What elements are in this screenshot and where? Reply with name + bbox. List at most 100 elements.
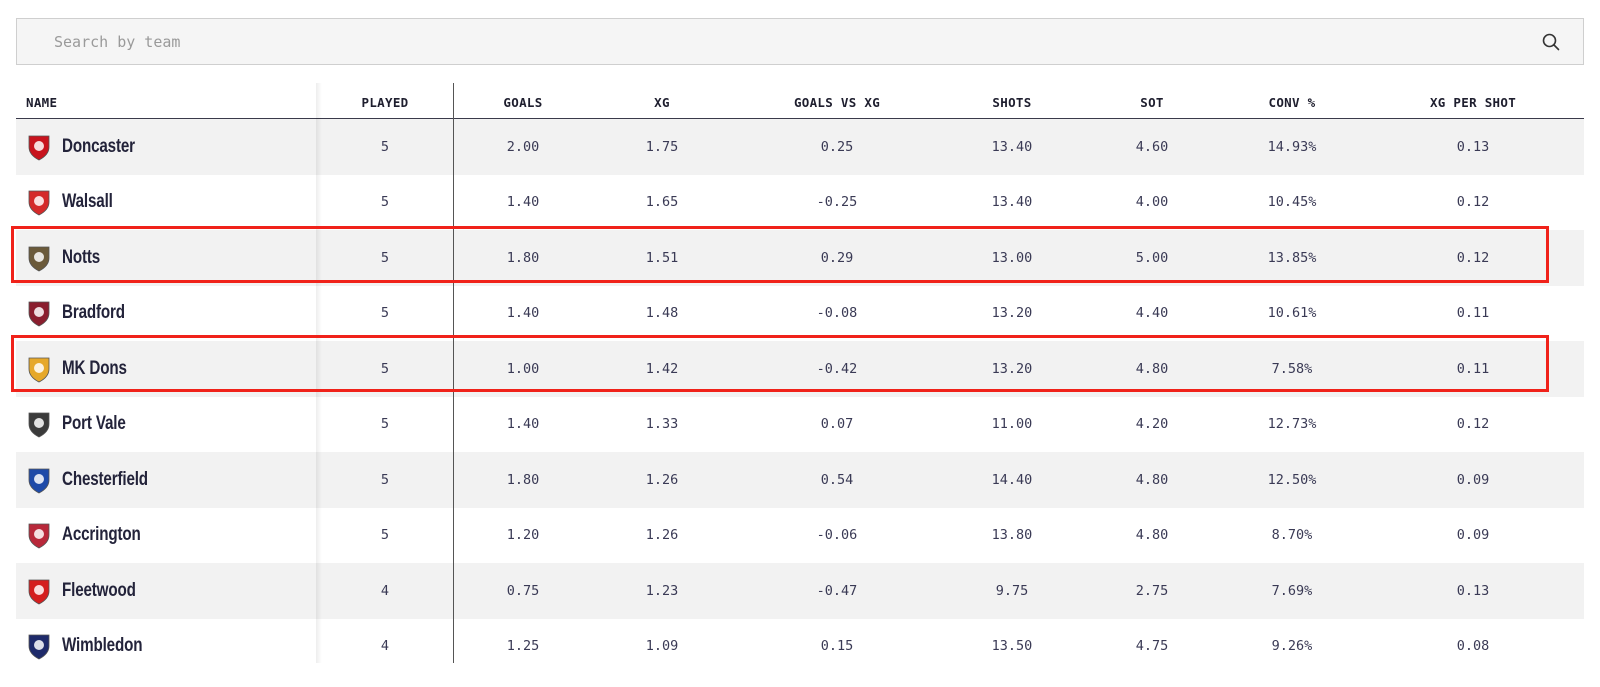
- team-name-cell[interactable]: Bradford: [16, 286, 316, 342]
- xg-cell: 1.26: [645, 471, 679, 488]
- xg-cell: 1.51: [645, 249, 679, 266]
- column-header-sot[interactable]: SOT: [1082, 83, 1222, 118]
- table-row[interactable]: Fleetwood 4 0.75 1.23 -0.47 9.75 2.75 7.69% 0.13: [16, 563, 1584, 619]
- goals-vs-xg-cell: -0.47: [816, 582, 858, 599]
- played-cell: 5: [380, 416, 390, 433]
- bradford-crest-icon: [26, 298, 52, 328]
- xg-per-shot-cell: 0.12: [1456, 194, 1490, 211]
- column-header-xg[interactable]: XG: [592, 83, 732, 118]
- shots-cell: 13.40: [991, 138, 1033, 155]
- conv-cell: 8.70%: [1271, 527, 1313, 544]
- team-name[interactable]: Bradford: [62, 302, 125, 324]
- fleetwood-crest-icon: [26, 576, 52, 606]
- xg-per-shot-cell: 0.12: [1456, 249, 1490, 266]
- table-row[interactable]: MK Dons 5 1.00 1.42 -0.42 13.20 4.80 7.58% 0.11: [16, 341, 1584, 397]
- shots-cell: 13.20: [991, 360, 1033, 377]
- shots-cell: 13.50: [991, 638, 1033, 655]
- goals-vs-xg-cell: -0.06: [816, 527, 858, 544]
- team-name[interactable]: Walsall: [62, 191, 113, 213]
- sot-cell: 4.40: [1135, 305, 1169, 322]
- xg-cell: 1.65: [645, 194, 679, 211]
- column-header-goals-vs-xg[interactable]: GOALS VS XG: [732, 83, 942, 118]
- team-name-cell[interactable]: Chesterfield: [16, 452, 316, 508]
- column-divider: [453, 83, 454, 663]
- column-header-goals[interactable]: GOALS: [454, 83, 592, 118]
- team-name-cell[interactable]: Walsall: [16, 175, 316, 231]
- goals-vs-xg-cell: -0.08: [816, 305, 858, 322]
- team-name[interactable]: Accrington: [62, 524, 141, 546]
- goals-cell: 1.40: [506, 194, 540, 211]
- goals-vs-xg-cell: -0.42: [816, 360, 858, 377]
- conv-cell: 12.50%: [1267, 471, 1317, 488]
- goals-vs-xg-cell: 0.54: [820, 471, 854, 488]
- xg-per-shot-cell: 0.08: [1456, 638, 1490, 655]
- team-name[interactable]: Wimbledon: [62, 635, 142, 657]
- table-row[interactable]: Walsall 5 1.40 1.65 -0.25 13.40 4.00 10.45% 0.12: [16, 175, 1584, 231]
- search-bar[interactable]: [16, 18, 1584, 65]
- team-name-cell[interactable]: Wimbledon: [16, 619, 316, 675]
- team-name[interactable]: MK Dons: [62, 358, 127, 380]
- column-header-conv[interactable]: CONV %: [1222, 83, 1362, 118]
- xg-cell: 1.23: [645, 582, 679, 599]
- played-cell: 4: [380, 638, 390, 655]
- table-row[interactable]: Doncaster 5 2.00 1.75 0.25 13.40 4.60 14.93% 0.1…: [16, 119, 1584, 175]
- chesterfield-crest-icon: [26, 465, 52, 495]
- goals-cell: 1.80: [506, 249, 540, 266]
- xg-cell: 1.26: [645, 527, 679, 544]
- team-name[interactable]: Doncaster: [62, 136, 135, 158]
- table-row[interactable]: Bradford 5 1.40 1.48 -0.08 13.20 4.40 10.61% 0.1…: [16, 286, 1584, 342]
- team-name[interactable]: Fleetwood: [62, 580, 136, 602]
- column-header-shots[interactable]: SHOTS: [942, 83, 1082, 118]
- column-header-xg-per-shot[interactable]: XG PER SHOT: [1362, 83, 1584, 118]
- table-row[interactable]: Chesterfield 5 1.80 1.26 0.54 14.40 4.80 12.50%…: [16, 452, 1584, 508]
- xg-cell: 1.48: [645, 305, 679, 322]
- team-name[interactable]: Port Vale: [62, 413, 126, 435]
- port-vale-crest-icon: [26, 409, 52, 439]
- goals-cell: 2.00: [506, 138, 540, 155]
- goals-cell: 1.40: [506, 305, 540, 322]
- mk-dons-crest-icon: [26, 354, 52, 384]
- team-name-cell[interactable]: Notts: [16, 230, 316, 286]
- played-cell: 5: [380, 527, 390, 544]
- table-row[interactable]: Wimbledon 4 1.25 1.09 0.15 13.50 4.75 9.26% 0.08: [16, 619, 1584, 675]
- xg-per-shot-cell: 0.13: [1456, 138, 1490, 155]
- sot-cell: 4.80: [1135, 471, 1169, 488]
- table-row[interactable]: Port Vale 5 1.40 1.33 0.07 11.00 4.20 12.73% 0.1…: [16, 397, 1584, 453]
- played-cell: 5: [380, 138, 390, 155]
- team-name-cell[interactable]: MK Dons: [16, 341, 316, 397]
- team-name-cell[interactable]: Fleetwood: [16, 563, 316, 619]
- played-cell: 5: [380, 249, 390, 266]
- column-header-name[interactable]: NAME: [16, 83, 316, 118]
- played-cell: 5: [380, 360, 390, 377]
- xg-per-shot-cell: 0.13: [1456, 582, 1490, 599]
- team-name-cell[interactable]: Accrington: [16, 508, 316, 564]
- xg-per-shot-cell: 0.11: [1456, 360, 1490, 377]
- xg-cell: 1.33: [645, 416, 679, 433]
- xg-cell: 1.75: [645, 138, 679, 155]
- goals-vs-xg-cell: 0.25: [820, 138, 854, 155]
- search-input[interactable]: [17, 19, 1517, 64]
- goals-vs-xg-cell: 0.29: [820, 249, 854, 266]
- table-row[interactable]: Notts 5 1.80 1.51 0.29 13.00 5.00 13.85% 0.12: [16, 230, 1584, 286]
- goals-vs-xg-cell: 0.07: [820, 416, 854, 433]
- team-name[interactable]: Chesterfield: [62, 469, 148, 491]
- played-cell: 4: [380, 582, 390, 599]
- shots-cell: 13.40: [991, 194, 1033, 211]
- wimbledon-crest-icon: [26, 631, 52, 661]
- xg-per-shot-cell: 0.09: [1456, 527, 1490, 544]
- goals-cell: 1.25: [506, 638, 540, 655]
- notts-crest-icon: [26, 243, 52, 273]
- shots-cell: 13.00: [991, 249, 1033, 266]
- team-stats-table: NAME PLAYED GOALS XG GOALS VS XG SHOTS S…: [16, 83, 1584, 674]
- goals-cell: 0.75: [506, 582, 540, 599]
- played-cell: 5: [380, 471, 390, 488]
- shots-cell: 9.75: [995, 582, 1029, 599]
- xg-cell: 1.42: [645, 360, 679, 377]
- column-header-played[interactable]: PLAYED: [316, 83, 454, 118]
- played-cell: 5: [380, 194, 390, 211]
- team-name-cell[interactable]: Port Vale: [16, 397, 316, 453]
- team-name[interactable]: Notts: [62, 247, 100, 269]
- search-icon[interactable]: [1541, 32, 1561, 52]
- team-name-cell[interactable]: Doncaster: [16, 119, 316, 175]
- table-row[interactable]: Accrington 5 1.20 1.26 -0.06 13.80 4.80 8.70% 0.…: [16, 508, 1584, 564]
